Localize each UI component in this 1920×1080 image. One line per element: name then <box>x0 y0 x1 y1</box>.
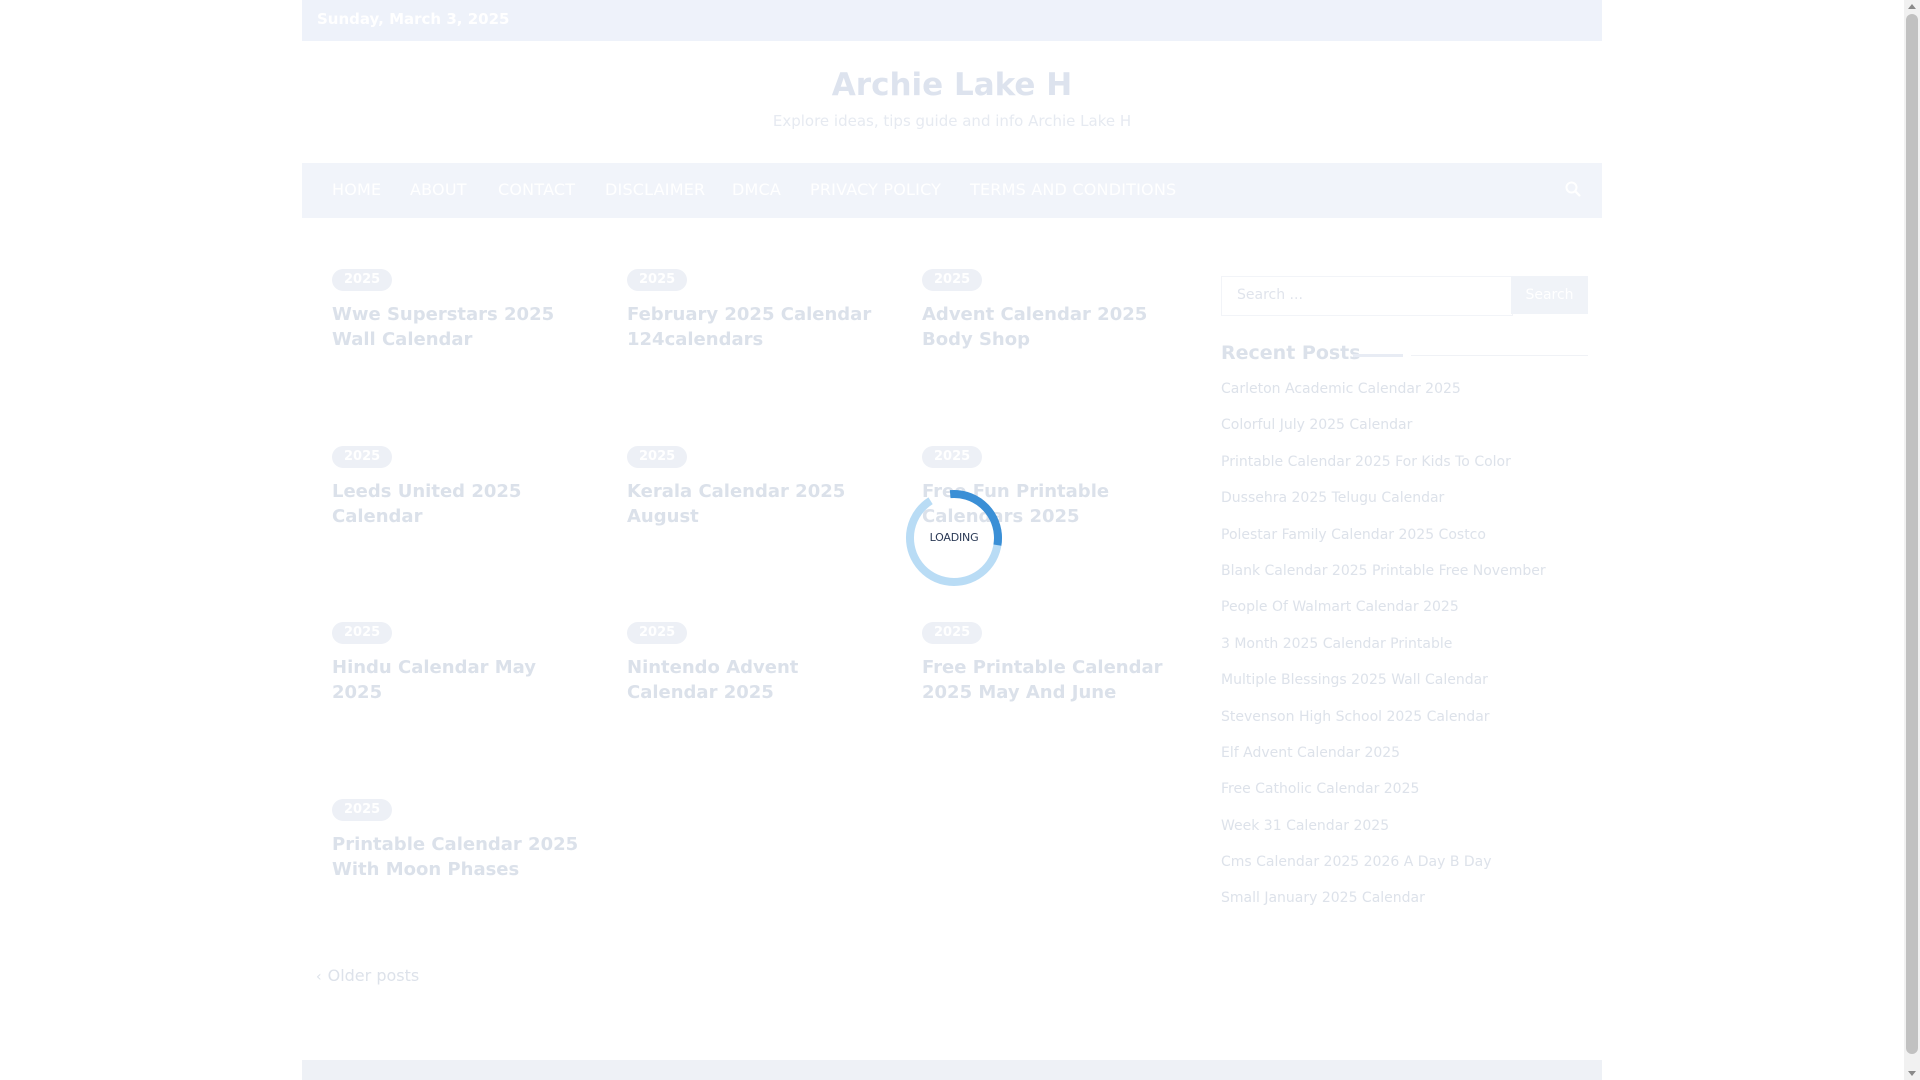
post-title[interactable]: February 2025 Calendar 124calendars <box>627 302 877 352</box>
recent-post-link[interactable]: Blank Calendar 2025 Printable Free Novem… <box>1221 563 1588 599</box>
main-navigation: HOME ABOUT CONTACT DISCLAIMER DMCA PRIVA… <box>302 163 1602 218</box>
recent-post-link[interactable]: Dussehra 2025 Telugu Calendar <box>1221 490 1588 526</box>
top-bar: Sunday, March 3, 2025 <box>302 0 1602 41</box>
post-title[interactable]: Leeds United 2025 Calendar <box>332 479 582 529</box>
loading-text: LOADING <box>929 531 979 544</box>
search-icon[interactable] <box>1564 180 1582 198</box>
recent-post-link[interactable]: People Of Walmart Calendar 2025 <box>1221 599 1588 635</box>
recent-post-link[interactable]: Carleton Academic Calendar 2025 <box>1221 381 1588 417</box>
post-title[interactable]: Kerala Calendar 2025 August <box>627 479 877 529</box>
scroll-down-arrow-icon[interactable] <box>1908 1071 1916 1076</box>
nav-terms-and-conditions[interactable]: TERMS AND CONDITIONS <box>970 180 1176 199</box>
category-badge[interactable]: 2025 <box>627 622 688 644</box>
nav-about[interactable]: ABOUT <box>410 180 467 199</box>
recent-post-link[interactable]: Small January 2025 Calendar <box>1221 890 1588 926</box>
recent-post-link[interactable]: Elf Advent Calendar 2025 <box>1221 745 1588 781</box>
category-badge[interactable]: 2025 <box>627 269 688 291</box>
nav-contact[interactable]: CONTACT <box>498 180 575 199</box>
recent-post-link[interactable]: Polestar Family Calendar 2025 Costco <box>1221 527 1588 563</box>
heading-accent-line <box>1353 354 1403 357</box>
post-title[interactable]: Printable Calendar 2025 With Moon Phases <box>332 832 582 882</box>
recent-post-link[interactable]: Printable Calendar 2025 For Kids To Colo… <box>1221 454 1588 490</box>
recent-post-link[interactable]: Colorful July 2025 Calendar <box>1221 417 1588 453</box>
scrollbar-thumb[interactable] <box>1906 14 1918 1054</box>
category-badge[interactable]: 2025 <box>922 446 983 468</box>
older-posts-label: Older posts <box>327 966 420 985</box>
site-title[interactable]: Archie Lake H <box>302 67 1602 103</box>
search-button[interactable]: Search <box>1511 276 1588 314</box>
category-badge[interactable]: 2025 <box>332 446 393 468</box>
post-title[interactable]: Free Printable Calendar 2025 May And Jun… <box>922 655 1172 705</box>
loading-spinner: LOADING <box>904 488 1004 588</box>
category-badge[interactable]: 2025 <box>332 799 393 821</box>
category-badge[interactable]: 2025 <box>922 269 983 291</box>
recent-post-link[interactable]: Multiple Blessings 2025 Wall Calendar <box>1221 672 1588 708</box>
category-badge[interactable]: 2025 <box>922 622 983 644</box>
post-title[interactable]: Hindu Calendar May 2025 <box>332 655 582 705</box>
post-title[interactable]: Advent Calendar 2025 Body Shop <box>922 302 1172 352</box>
scroll-up-arrow-icon[interactable] <box>1908 4 1916 9</box>
site-description: Explore ideas, tips guide and info Archi… <box>772 112 1132 130</box>
chevron-left-icon: ‹ <box>316 969 322 985</box>
category-badge[interactable]: 2025 <box>627 446 688 468</box>
category-badge[interactable]: 2025 <box>332 269 393 291</box>
vertical-scrollbar[interactable] <box>1904 0 1920 1080</box>
recent-post-link[interactable]: 3 Month 2025 Calendar Printable <box>1221 636 1588 672</box>
heading-divider <box>1411 355 1588 356</box>
search-input[interactable] <box>1222 277 1507 313</box>
post-title[interactable]: Nintendo Advent Calendar 2025 <box>627 655 877 705</box>
recent-post-link[interactable]: Cms Calendar 2025 2026 A Day B Day <box>1221 854 1588 890</box>
recent-post-link[interactable]: Stevenson High School 2025 Calendar <box>1221 709 1588 745</box>
search-form <box>1221 276 1513 316</box>
nav-privacy-policy[interactable]: PRIVACY POLICY <box>810 180 941 199</box>
current-date: Sunday, March 3, 2025 <box>317 10 510 28</box>
nav-disclaimer[interactable]: DISCLAIMER <box>605 180 705 199</box>
footer-band <box>302 1060 1602 1080</box>
post-title[interactable]: Wwe Superstars 2025 Wall Calendar <box>332 302 582 352</box>
site-branding: Archie Lake H Explore ideas, tips guide … <box>302 41 1602 163</box>
nav-dmca[interactable]: DMCA <box>732 180 781 199</box>
page: Sunday, March 3, 2025 Archie Lake H Expl… <box>0 0 1904 1080</box>
recent-post-link[interactable]: Week 31 Calendar 2025 <box>1221 818 1588 854</box>
older-posts-link[interactable]: ‹ Older posts <box>316 966 419 985</box>
recent-posts-list: Carleton Academic Calendar 2025 Colorful… <box>1221 381 1588 927</box>
category-badge[interactable]: 2025 <box>332 622 393 644</box>
recent-posts-heading: Recent Posts <box>1221 342 1361 364</box>
nav-home[interactable]: HOME <box>332 180 381 199</box>
recent-post-link[interactable]: Free Catholic Calendar 2025 <box>1221 781 1588 817</box>
